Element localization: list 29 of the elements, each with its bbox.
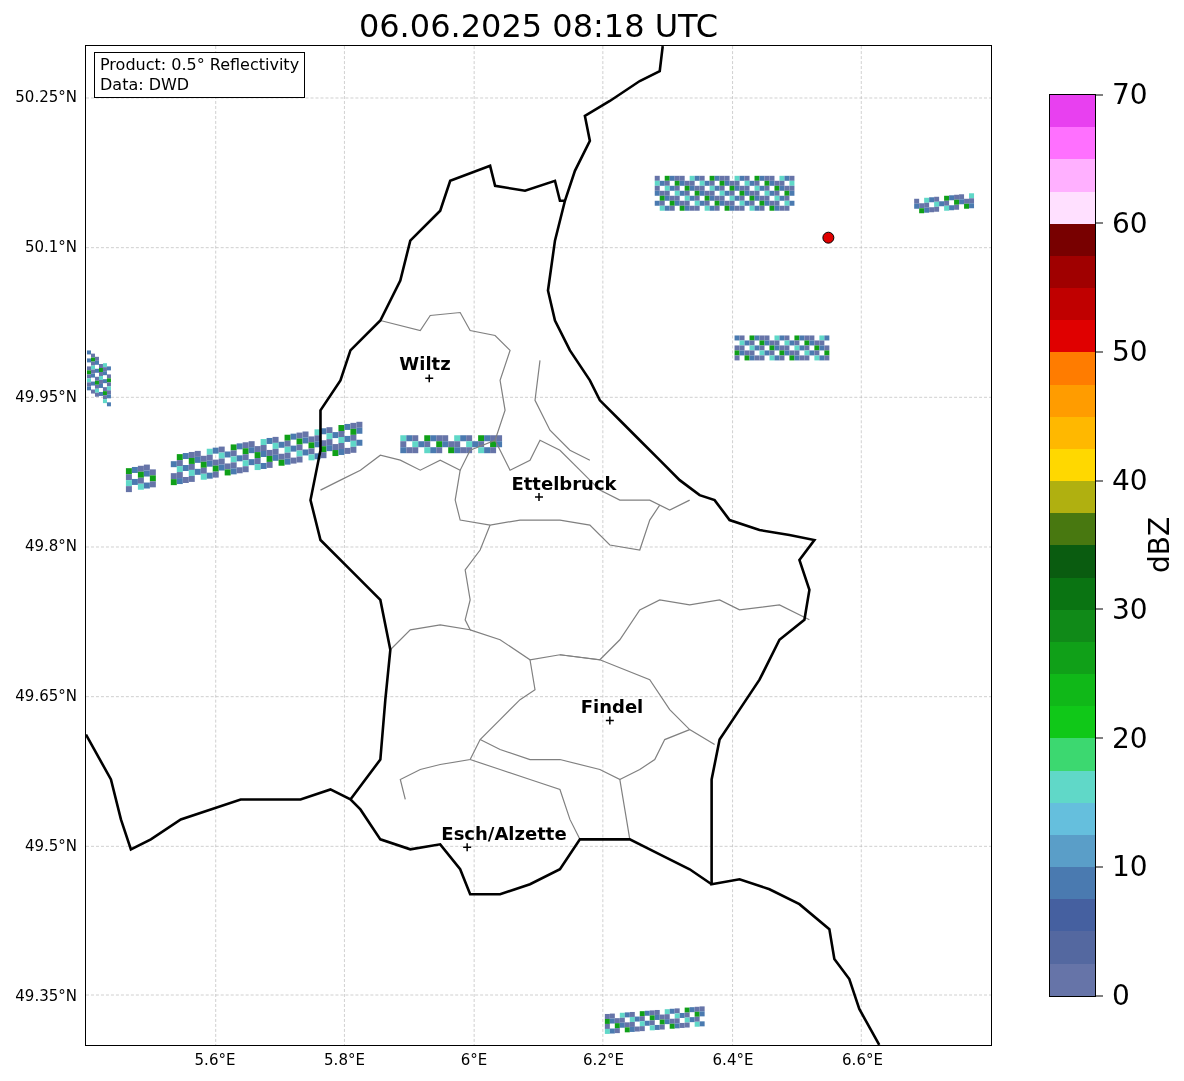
longitude-label: 6.6°E bbox=[842, 1051, 883, 1069]
latitude-label: 49.95°N bbox=[15, 387, 77, 406]
latitude-label: 50.1°N bbox=[24, 237, 77, 256]
colorbar-tick-label: 60 bbox=[1096, 206, 1148, 240]
colorbar-tick-label: 50 bbox=[1096, 334, 1148, 368]
colorbar-tick-label: 20 bbox=[1096, 721, 1148, 755]
city-label: Findel bbox=[580, 695, 644, 717]
info-text: Data: DWD bbox=[100, 75, 191, 95]
info-text: Product: 0.5° Reflectivity bbox=[100, 55, 300, 75]
chart-title: 06.06.2025 08:18 UTC bbox=[357, 6, 720, 45]
colorbar-tick-label: 40 bbox=[1096, 463, 1148, 497]
longitude-label: 5.8°E bbox=[324, 1051, 365, 1069]
latitude-label: 49.65°N bbox=[15, 687, 77, 706]
city-label: Esch/Alzette bbox=[441, 822, 567, 844]
longitude-label: 6°E bbox=[460, 1051, 488, 1069]
latitude-label: 49.35°N bbox=[15, 986, 77, 1005]
colorbar-tick-label: 10 bbox=[1096, 849, 1148, 883]
city-label: Wiltz bbox=[399, 352, 451, 374]
colorbar-tick-label: 30 bbox=[1096, 592, 1148, 626]
latitude-label: 50.25°N bbox=[15, 88, 77, 106]
colorbar-tick-label: 70 bbox=[1096, 77, 1148, 111]
longitude-label: 6.4°E bbox=[712, 1051, 754, 1069]
longitude-label: 6.2°E bbox=[583, 1051, 624, 1069]
latitude-label: 49.8°N bbox=[24, 537, 77, 556]
city-label: Ettelbruck bbox=[511, 472, 617, 494]
latitude-label: 49.5°N bbox=[24, 837, 77, 855]
colorbar-label: dBZ bbox=[1142, 516, 1176, 574]
longitude-label: 5.6°E bbox=[194, 1051, 236, 1069]
colorbar-tick-label: 0 bbox=[1096, 978, 1130, 1012]
